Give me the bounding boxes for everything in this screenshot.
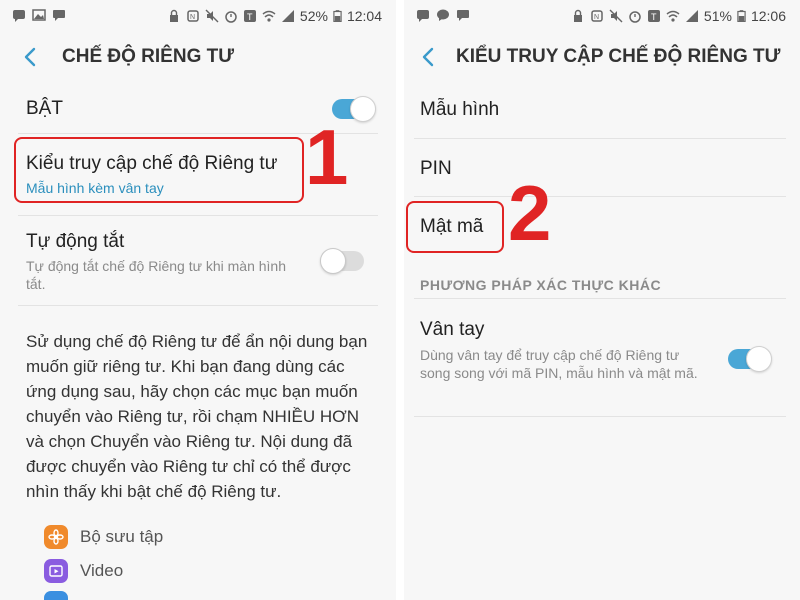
gallery-icon	[44, 525, 68, 549]
highlight-box-1	[14, 137, 304, 203]
page-title: KIỂU TRUY CẬP CHẾ ĐỘ RIÊNG TƯ	[456, 46, 781, 67]
fingerprint-title: Vân tay	[420, 319, 485, 340]
access-type-screen: N T 51% 12:06 KIỂU TRUY CẬP CHẾ ĐỘ RIÊNG…	[404, 0, 800, 600]
divider	[18, 215, 378, 216]
svg-text:T: T	[651, 12, 657, 22]
auto-off-subtitle: Tự động tắt chế độ Riêng tư khi màn hình…	[26, 258, 287, 292]
app-item-gallery: Bộ sưu tập	[44, 525, 163, 549]
mute-icon	[609, 9, 623, 23]
privacy-description: Sử dụng chế độ Riêng tư để ẩn nội dung b…	[26, 332, 368, 501]
svg-text:N: N	[594, 14, 599, 21]
battery-icon	[737, 10, 746, 22]
nfc-icon: N	[591, 10, 603, 22]
back-arrow-icon[interactable]	[416, 44, 442, 70]
privacy-mode-screen: N T 52% 12:04 CHẾ ĐỘ RIÊNG TƯ BẬT Kiểu t…	[0, 0, 396, 600]
mute-icon	[205, 9, 219, 23]
app-label: Video	[80, 561, 124, 580]
messenger-icon	[437, 9, 449, 21]
fingerprint-toggle[interactable]	[728, 346, 772, 372]
nfc-icon: N	[187, 10, 199, 22]
auto-off-title: Tự động tắt	[26, 231, 125, 252]
lock-icon	[573, 9, 582, 22]
lock-icon	[169, 9, 178, 22]
theme-icon: T	[647, 10, 660, 22]
signal-icon	[281, 10, 294, 22]
image-icon	[32, 9, 46, 21]
signal-icon	[685, 10, 698, 22]
app-item-video: Video	[44, 559, 123, 583]
wifi-icon	[666, 10, 680, 22]
sms-icon	[13, 10, 25, 22]
app-bar: CHẾ ĐỘ RIÊNG TƯ	[0, 36, 396, 80]
battery-icon	[333, 10, 342, 22]
battery-percent: 52%	[299, 8, 328, 24]
app-bar: KIỂU TRUY CẬP CHẾ ĐỘ RIÊNG TƯ	[404, 36, 800, 80]
fingerprint-subtitle: Dùng vân tay để truy cập chế độ Riêng tư…	[420, 347, 698, 381]
step-number-1: 1	[305, 113, 349, 201]
master-toggle-label: BẬT	[26, 98, 63, 119]
alarm-icon	[225, 11, 237, 23]
auto-off-toggle[interactable]	[320, 248, 364, 274]
app-label: Bộ sưu tập	[80, 527, 164, 546]
chat-icon	[457, 10, 469, 21]
svg-text:N: N	[190, 14, 195, 21]
comparison-screens: N T 52% 12:04 CHẾ ĐỘ RIÊNG TƯ BẬT Kiểu t…	[0, 0, 800, 600]
chat-icon	[53, 10, 65, 21]
page-title: CHẾ ĐỘ RIÊNG TƯ	[62, 46, 234, 67]
option-pattern[interactable]: Mẫu hình	[420, 99, 499, 121]
option-pin[interactable]: PIN	[420, 158, 452, 180]
sms-icon	[417, 10, 429, 22]
theme-icon: T	[243, 10, 256, 22]
divider	[414, 196, 786, 197]
alarm-icon	[629, 11, 641, 23]
divider	[414, 298, 786, 299]
clock: 12:04	[346, 8, 382, 24]
svg-text:T: T	[247, 12, 253, 22]
app-icon-partial	[44, 591, 68, 600]
divider	[18, 305, 378, 306]
clock: 12:06	[750, 8, 786, 24]
divider	[414, 138, 786, 139]
divider	[414, 416, 786, 417]
status-bar: N T 52% 12:04	[0, 0, 396, 34]
back-arrow-icon[interactable]	[18, 44, 44, 70]
battery-percent: 51%	[703, 8, 732, 24]
wifi-icon	[262, 10, 276, 22]
section-header-other-methods: PHƯƠNG PHÁP XÁC THỰC KHÁC	[420, 277, 662, 293]
status-bar: N T 51% 12:06	[404, 0, 800, 34]
step-number-2: 2	[508, 169, 552, 257]
video-icon	[44, 559, 68, 583]
highlight-box-2	[406, 201, 504, 253]
